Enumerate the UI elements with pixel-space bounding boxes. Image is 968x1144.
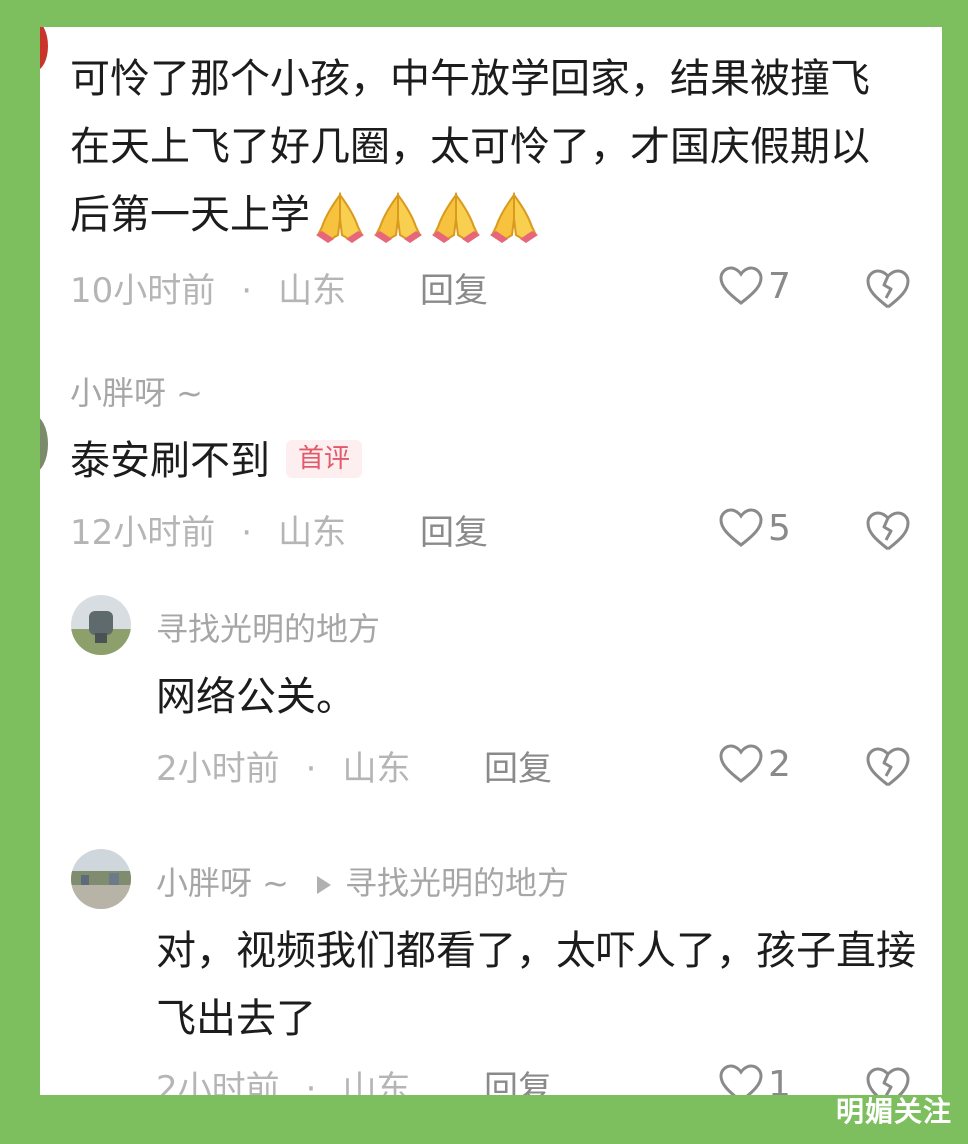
comment-text: 对，视频我们都看了，太吓人了，孩子直接飞出去了 bbox=[156, 928, 916, 1042]
username[interactable]: 寻找光明的地方 bbox=[156, 609, 380, 649]
like-button[interactable]: 7 bbox=[718, 265, 791, 307]
separator: · bbox=[305, 749, 317, 789]
username[interactable]: 小胖呀 ~ bbox=[70, 373, 203, 413]
username[interactable]: 小胖呀 ~ bbox=[156, 864, 289, 902]
timestamp: 2小时前 bbox=[156, 749, 280, 789]
reply-header: 小胖呀 ~ 寻找光明的地方 bbox=[156, 863, 569, 903]
comment-meta: 10小时前 · 山东 bbox=[70, 271, 346, 311]
first-comment-badge: 首评 bbox=[286, 440, 363, 478]
timestamp: 2小时前 bbox=[156, 1069, 280, 1095]
separator: · bbox=[241, 513, 253, 553]
watermark: 明媚关注 bbox=[835, 1095, 952, 1128]
avatar[interactable] bbox=[71, 849, 131, 909]
separator: · bbox=[305, 1069, 317, 1095]
comment-panel: 可怜了那个小孩，中午放学回家，结果被撞飞在天上飞了好几圈，太可怜了，才国庆假期以… bbox=[40, 27, 942, 1095]
broken-heart-icon[interactable] bbox=[864, 509, 912, 553]
avatar[interactable] bbox=[71, 595, 131, 655]
comment-text: 网络公关。 bbox=[156, 674, 356, 720]
heart-icon bbox=[719, 744, 763, 783]
reply-button[interactable]: 回复 bbox=[484, 1069, 552, 1095]
location: 山东 bbox=[278, 271, 347, 311]
comment-text: 泰安刷不到 首评 bbox=[70, 427, 363, 495]
like-count: 1 bbox=[768, 1063, 791, 1096]
comment-meta: 2小时前 · 山东 bbox=[156, 1069, 410, 1095]
reply-button[interactable]: 回复 bbox=[420, 271, 488, 311]
folded-hands-icon bbox=[490, 191, 538, 243]
location: 山东 bbox=[342, 1069, 411, 1095]
separator: · bbox=[241, 271, 253, 311]
like-count: 5 bbox=[768, 507, 791, 549]
comment-meta: 12小时前 · 山东 bbox=[70, 513, 346, 553]
like-button[interactable]: 1 bbox=[718, 1063, 791, 1095]
avatar-image bbox=[71, 595, 131, 655]
reply-to-username[interactable]: 寻找光明的地方 bbox=[345, 864, 569, 902]
folded-hands-icon bbox=[432, 191, 480, 243]
broken-heart-icon[interactable] bbox=[864, 745, 912, 789]
avatar-image bbox=[71, 849, 131, 909]
partial-avatar bbox=[40, 27, 48, 71]
heart-icon bbox=[719, 266, 763, 305]
reply-button[interactable]: 回复 bbox=[420, 513, 488, 553]
timestamp: 12小时前 bbox=[70, 513, 216, 553]
reply-button[interactable]: 回复 bbox=[484, 749, 552, 789]
heart-icon bbox=[719, 508, 763, 547]
partial-avatar bbox=[40, 415, 48, 473]
location: 山东 bbox=[342, 749, 411, 789]
reply-arrow-icon bbox=[317, 876, 331, 894]
like-button[interactable]: 2 bbox=[718, 743, 791, 785]
location: 山东 bbox=[278, 513, 347, 553]
timestamp: 10小时前 bbox=[70, 271, 216, 311]
folded-hands-icon bbox=[316, 191, 364, 243]
folded-hands-icon bbox=[374, 191, 422, 243]
folded-hands-emoji-group bbox=[310, 191, 542, 243]
like-count: 2 bbox=[768, 743, 791, 785]
comment-meta: 2小时前 · 山东 bbox=[156, 749, 410, 789]
comment-text: 可怜了那个小孩，中午放学回家，结果被撞飞在天上飞了好几圈，太可怜了，才国庆假期以… bbox=[70, 45, 900, 249]
like-button[interactable]: 5 bbox=[718, 507, 791, 549]
heart-icon bbox=[719, 1064, 763, 1095]
broken-heart-icon[interactable] bbox=[864, 267, 912, 311]
like-count: 7 bbox=[768, 265, 791, 307]
